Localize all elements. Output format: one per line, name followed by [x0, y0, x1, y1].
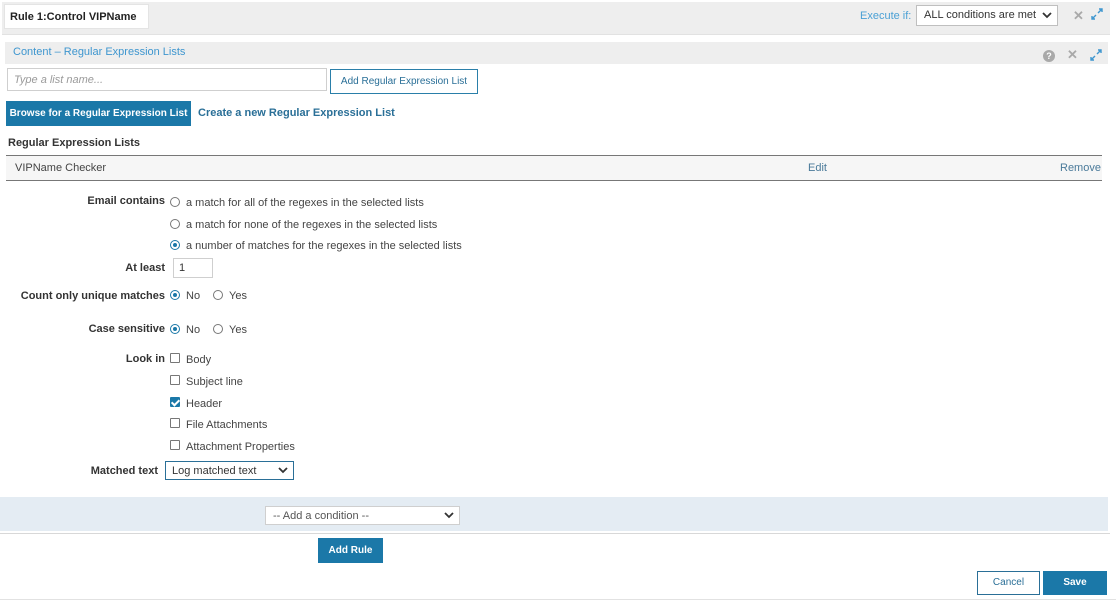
divider	[0, 599, 1116, 600]
rule-name-field[interactable]: Rule 1:Control VIPName	[4, 4, 149, 29]
divider	[0, 533, 1110, 534]
email-contains-radio-all[interactable]	[170, 197, 180, 207]
add-condition-placeholder: -- Add a condition --	[273, 510, 369, 522]
matched-text-select[interactable]: Log matched text	[165, 461, 294, 480]
chevron-down-icon	[278, 467, 288, 474]
save-button[interactable]: Save	[1043, 571, 1107, 595]
matched-text-value: Log matched text	[172, 465, 257, 477]
help-icon[interactable]: ?	[1043, 50, 1055, 62]
look-in-body-label: Body	[186, 354, 212, 366]
tab-browse-regex-list[interactable]: Browse for a Regular Expression List	[6, 101, 191, 126]
unique-matches-radio-yes[interactable]	[213, 290, 223, 300]
collapse-arrows-icon[interactable]	[1090, 7, 1104, 21]
chevron-down-icon	[1042, 12, 1052, 19]
execute-if-value: ALL conditions are met	[924, 9, 1037, 21]
unique-matches-yes-label: Yes	[229, 290, 247, 302]
case-sensitive-radio-no[interactable]	[170, 324, 180, 334]
case-sensitive-radio-yes[interactable]	[213, 324, 223, 334]
unique-matches-radio-no[interactable]	[170, 290, 180, 300]
look-in-attachment-properties-checkbox[interactable]	[170, 440, 180, 450]
at-least-label: At least	[125, 262, 165, 274]
close-icon[interactable]: ✕	[1067, 47, 1078, 63]
look-in-body-checkbox[interactable]	[170, 353, 180, 363]
email-contains-radio-none[interactable]	[170, 219, 180, 229]
chevron-down-icon	[444, 512, 454, 519]
look-in-attachments-label: File Attachments	[186, 419, 268, 431]
add-condition-select[interactable]: -- Add a condition --	[265, 506, 460, 525]
look-in-attachments-checkbox[interactable]	[170, 418, 180, 428]
email-contains-option-number: a number of matches for the regexes in t…	[186, 240, 462, 252]
regex-lists-heading: Regular Expression Lists	[8, 137, 141, 149]
unique-matches-no-label: No	[186, 290, 201, 302]
table-row	[6, 155, 1102, 181]
email-contains-label: Email contains	[87, 195, 165, 207]
add-rule-button[interactable]: Add Rule	[318, 538, 383, 563]
list-name-input[interactable]	[7, 68, 327, 91]
look-in-header-checkbox[interactable]	[170, 397, 180, 407]
case-sensitive-yes-label: Yes	[229, 324, 247, 336]
look-in-attachment-properties-label: Attachment Properties	[186, 441, 295, 453]
add-regex-list-button[interactable]: Add Regular Expression List	[330, 69, 478, 94]
list-name-cell: VIPName Checker	[15, 162, 107, 174]
look-in-subject-label: Subject line	[186, 376, 243, 388]
condition-bar	[0, 497, 1108, 531]
email-contains-option-none: a match for none of the regexes in the s…	[186, 219, 438, 231]
tab-create-regex-list[interactable]: Create a new Regular Expression List	[198, 107, 395, 119]
remove-link[interactable]: Remove	[1060, 162, 1101, 174]
execute-if-select[interactable]: ALL conditions are met	[916, 5, 1058, 26]
look-in-header-label: Header	[186, 398, 223, 410]
cancel-button[interactable]: Cancel	[977, 571, 1040, 595]
panel-title: Content – Regular Expression Lists	[13, 46, 186, 58]
matched-text-label: Matched text	[90, 465, 158, 477]
email-contains-radio-number[interactable]	[170, 240, 180, 250]
case-sensitive-no-label: No	[186, 324, 201, 336]
execute-if-label: Execute if:	[860, 10, 912, 22]
edit-link[interactable]: Edit	[808, 162, 827, 174]
collapse-arrows-icon[interactable]	[1089, 48, 1103, 62]
at-least-input[interactable]	[173, 258, 213, 278]
email-contains-option-all: a match for all of the regexes in the se…	[186, 197, 424, 209]
close-icon[interactable]: ✕	[1073, 8, 1084, 24]
look-in-subject-checkbox[interactable]	[170, 375, 180, 385]
case-sensitive-label: Case sensitive	[88, 323, 165, 335]
look-in-label: Look in	[125, 353, 165, 365]
unique-matches-label: Count only unique matches	[20, 290, 165, 302]
